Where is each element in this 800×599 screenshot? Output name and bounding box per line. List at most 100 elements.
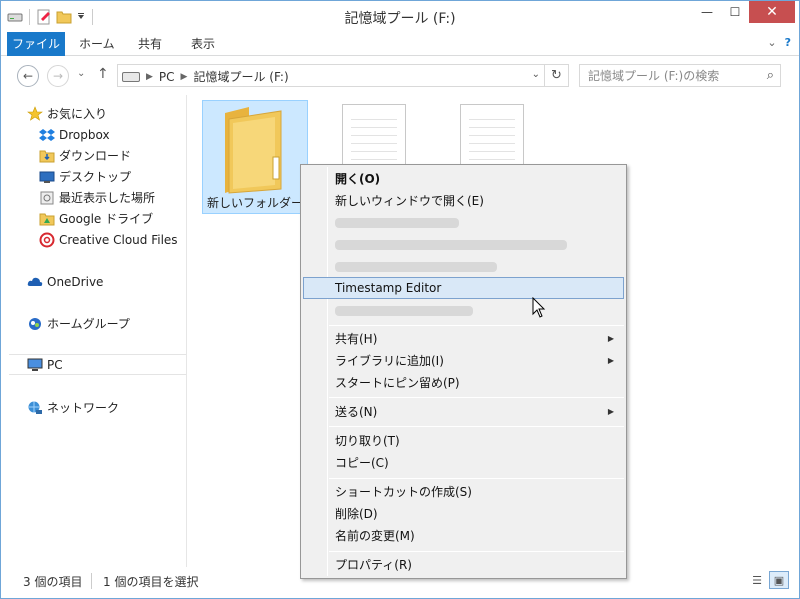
desktop-icon xyxy=(39,169,55,185)
nav-item-dropbox[interactable]: Dropbox xyxy=(39,124,186,145)
breadcrumb-drive[interactable]: 記憶域プール (F:) xyxy=(193,68,288,85)
item-label: 新しいフォルダー xyxy=(206,196,303,210)
expand-ribbon-icon[interactable]: ⌄ xyxy=(767,36,776,49)
nav-favorites[interactable]: お気に入り xyxy=(27,103,186,124)
nav-item-google-drive[interactable]: Google ドライブ xyxy=(39,208,186,229)
forward-button[interactable]: → xyxy=(47,65,69,87)
menu-item-copy[interactable]: コピー(C) xyxy=(303,452,624,474)
menu-item-open-new-window[interactable]: 新しいウィンドウで開く(E) xyxy=(303,190,624,212)
refresh-button[interactable]: ↻ xyxy=(544,65,568,86)
star-icon xyxy=(27,105,43,122)
breadcrumb-separator[interactable]: ▶ xyxy=(181,72,188,82)
nav-item-pc[interactable]: PC xyxy=(9,354,186,375)
obscured-menu-item xyxy=(335,218,459,228)
address-row: ← → ⌄ ↑ ▶ PC ▶ 記憶域プール (F:) ⌄ ↻ ⌕ xyxy=(1,57,799,95)
menu-item-properties[interactable]: プロパティ(R) xyxy=(303,554,624,576)
breadcrumb-separator[interactable]: ▶ xyxy=(146,72,153,82)
nav-label: Dropbox xyxy=(59,127,110,142)
obscured-menu-item xyxy=(335,240,567,250)
nav-item-downloads[interactable]: ダウンロード xyxy=(39,145,186,166)
nav-label: ホームグループ xyxy=(47,317,130,331)
menu-item-label: ライブラリに追加(I) xyxy=(335,354,444,368)
search-input[interactable] xyxy=(580,65,750,86)
computer-icon xyxy=(27,357,43,373)
menu-separator xyxy=(329,325,624,326)
tab-home[interactable]: ホーム xyxy=(67,32,127,56)
ribbon-controls: ⌄ ? xyxy=(767,36,791,49)
homegroup-icon xyxy=(27,316,43,332)
recent-places-icon xyxy=(39,190,55,206)
mouse-pointer-icon xyxy=(532,296,546,322)
breadcrumb: ▶ PC ▶ 記憶域プール (F:) xyxy=(122,68,289,85)
context-menu: 開く(O) 新しいウィンドウで開く(E) Timestamp Editor 共有… xyxy=(300,164,627,579)
navigation-pane: お気に入り Dropbox ダウンロード デスクトップ 最近表示した場所 Goo… xyxy=(1,95,187,567)
nav-label: ダウンロード xyxy=(59,149,132,163)
downloads-folder-icon xyxy=(39,148,55,164)
menu-separator xyxy=(329,478,624,479)
nav-label: Google ドライブ xyxy=(59,212,154,226)
nav-label: ネットワーク xyxy=(47,401,120,415)
menu-item-create-shortcut[interactable]: ショートカットの作成(S) xyxy=(303,481,624,503)
search-box[interactable]: ⌕ xyxy=(579,64,781,87)
nav-item-recent-places[interactable]: 最近表示した場所 xyxy=(39,187,186,208)
menu-item-delete[interactable]: 削除(D) xyxy=(303,503,624,525)
creative-cloud-icon xyxy=(39,232,55,248)
obscured-menu-item xyxy=(335,306,473,316)
submenu-arrow-icon: ▶ xyxy=(607,356,614,365)
recent-locations-icon[interactable]: ⌄ xyxy=(77,68,85,79)
menu-item-label: 共有(H) xyxy=(335,332,378,346)
folder-item[interactable]: 新しいフォルダー xyxy=(202,100,308,214)
menu-separator xyxy=(329,397,624,398)
tab-share[interactable]: 共有 xyxy=(126,32,174,56)
nav-item-creative-cloud[interactable]: Creative Cloud Files xyxy=(39,229,186,250)
nav-item-desktop[interactable]: デスクトップ xyxy=(39,166,186,187)
menu-item-label: 送る(N) xyxy=(335,405,378,419)
menu-item-share[interactable]: 共有(H) ▶ xyxy=(303,328,624,350)
maximize-button[interactable]: ☐ xyxy=(721,1,749,23)
selection-count: 1 個の項目を選択 xyxy=(103,575,199,589)
google-drive-folder-icon xyxy=(39,211,55,227)
nav-item-homegroup[interactable]: ホームグループ xyxy=(27,313,186,334)
drive-icon xyxy=(122,71,140,82)
menu-item-timestamp-editor[interactable]: Timestamp Editor xyxy=(303,277,624,299)
status-separator xyxy=(91,573,92,589)
obscured-menu-item xyxy=(335,262,497,272)
submenu-arrow-icon: ▶ xyxy=(607,407,614,416)
back-button[interactable]: ← xyxy=(17,65,39,87)
menu-item-open[interactable]: 開く(O) xyxy=(303,168,624,190)
large-icons-view-button[interactable]: ▣ xyxy=(769,571,789,589)
menu-item-send-to[interactable]: 送る(N) ▶ xyxy=(303,401,624,423)
address-bar[interactable]: ▶ PC ▶ 記憶域プール (F:) ⌄ ↻ xyxy=(117,64,569,87)
search-icon[interactable]: ⌕ xyxy=(767,68,774,83)
ribbon-tabs: ファイル ホーム 共有 表示 ⌄ ? xyxy=(1,32,799,56)
item-count: 3 個の項目 xyxy=(23,575,83,589)
folder-icon xyxy=(215,105,291,198)
nav-label: 最近表示した場所 xyxy=(59,191,156,205)
nav-label: デスクトップ xyxy=(59,170,132,184)
nav-label: OneDrive xyxy=(47,274,104,289)
submenu-arrow-icon: ▶ xyxy=(607,334,614,343)
tab-file[interactable]: ファイル xyxy=(7,32,65,56)
help-icon[interactable]: ? xyxy=(785,36,791,49)
dropbox-icon xyxy=(39,127,55,143)
nav-item-network[interactable]: ネットワーク xyxy=(27,397,186,418)
cloud-icon xyxy=(27,274,43,290)
up-button[interactable]: ↑ xyxy=(97,66,109,82)
menu-item-rename[interactable]: 名前の変更(M) xyxy=(303,525,624,547)
window-title: 記憶域プール (F:) xyxy=(344,11,456,27)
nav-label: PC xyxy=(47,357,63,372)
window-controls: — ☐ ✕ xyxy=(693,1,795,23)
menu-item-pin-to-start[interactable]: スタートにピン留め(P) xyxy=(303,372,624,394)
breadcrumb-pc[interactable]: PC xyxy=(159,70,175,84)
close-button[interactable]: ✕ xyxy=(749,1,795,23)
title-bar: 記憶域プール (F:) — ☐ ✕ xyxy=(1,1,799,32)
network-icon xyxy=(27,400,43,416)
menu-item-add-to-library[interactable]: ライブラリに追加(I) ▶ xyxy=(303,350,624,372)
menu-item-cut[interactable]: 切り取り(T) xyxy=(303,430,624,452)
details-view-button[interactable]: ☰ xyxy=(747,571,767,589)
nav-label: Creative Cloud Files xyxy=(59,232,178,247)
nav-item-onedrive[interactable]: OneDrive xyxy=(27,271,186,292)
address-dropdown-icon[interactable]: ⌄ xyxy=(532,69,540,80)
minimize-button[interactable]: — xyxy=(693,1,721,23)
tab-view[interactable]: 表示 xyxy=(179,32,227,56)
